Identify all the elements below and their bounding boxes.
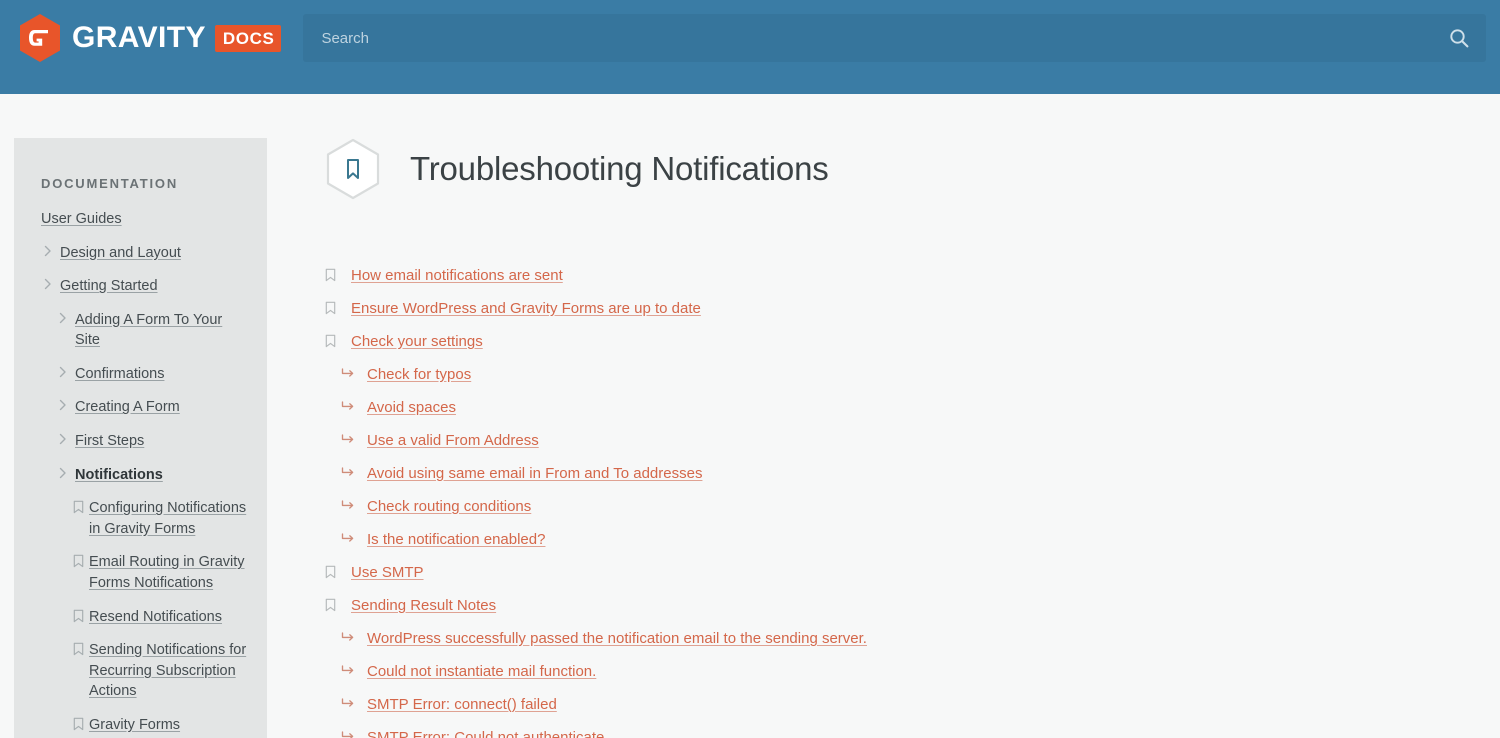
toc-item[interactable]: Could not instantiate mail function. bbox=[325, 662, 1460, 682]
search-input[interactable] bbox=[303, 14, 1486, 62]
toc-item[interactable]: How email notifications are sent bbox=[325, 266, 1460, 286]
page-body: DOCUMENTATION User Guides Design and Layo… bbox=[0, 94, 1500, 738]
bookmark-icon bbox=[73, 715, 89, 731]
site-header: GRAVITY DOCS bbox=[0, 0, 1500, 94]
toc-item[interactable]: Use a valid From Address bbox=[325, 431, 1460, 451]
bookmark-icon bbox=[325, 332, 342, 348]
toc-link[interactable]: Check routing conditions bbox=[367, 497, 531, 517]
main-content: Troubleshooting Notifications How email … bbox=[267, 138, 1500, 738]
arrow-return-icon bbox=[341, 464, 358, 478]
sidebar-item[interactable]: Configuring Notifications in Gravity For… bbox=[41, 498, 251, 539]
toc-link[interactable]: Check your settings bbox=[351, 332, 483, 352]
arrow-return-icon bbox=[341, 728, 358, 738]
search-container bbox=[303, 14, 1486, 62]
chevron-right-icon[interactable] bbox=[44, 276, 60, 290]
brand-name: GRAVITY bbox=[72, 21, 206, 54]
chevron-right-icon[interactable] bbox=[59, 310, 75, 324]
bookmark-icon bbox=[73, 640, 89, 656]
sidebar-item-label[interactable]: Gravity Forms bbox=[89, 715, 180, 736]
toc-link[interactable]: SMTP Error: connect() failed bbox=[367, 695, 557, 715]
chevron-right-icon[interactable] bbox=[59, 465, 75, 479]
toc-item[interactable]: Avoid using same email in From and To ad… bbox=[325, 464, 1460, 484]
bookmark-icon bbox=[325, 299, 342, 315]
sidebar-item-label[interactable]: Configuring Notifications in Gravity For… bbox=[89, 498, 251, 539]
sidebar-item[interactable]: Notifications bbox=[41, 465, 251, 486]
bookmark-icon bbox=[73, 552, 89, 568]
toc-link[interactable]: WordPress successfully passed the notifi… bbox=[367, 629, 867, 649]
chevron-right-icon[interactable] bbox=[44, 243, 60, 257]
sidebar-item-label[interactable]: Creating A Form bbox=[75, 397, 180, 418]
sidebar-item[interactable]: Gravity Forms bbox=[41, 715, 251, 736]
brand-docs-badge: DOCS bbox=[214, 24, 282, 52]
sidebar-item[interactable]: Getting Started bbox=[41, 276, 251, 297]
arrow-return-icon bbox=[341, 398, 358, 412]
sidebar-item[interactable]: Sending Notifications for Recurring Subs… bbox=[41, 640, 251, 702]
toc-link[interactable]: Use SMTP bbox=[351, 563, 424, 583]
arrow-return-icon bbox=[341, 695, 358, 709]
toc-item[interactable]: Ensure WordPress and Gravity Forms are u… bbox=[325, 299, 1460, 319]
toc-link[interactable]: Check for typos bbox=[367, 365, 471, 385]
toc-item[interactable]: Check for typos bbox=[325, 365, 1460, 385]
bookmark-icon bbox=[325, 266, 342, 282]
sidebar-item-label[interactable]: Getting Started bbox=[60, 276, 158, 297]
bookmark-icon bbox=[73, 498, 89, 514]
toc-item[interactable]: Use SMTP bbox=[325, 563, 1460, 583]
sidebar-item-label[interactable]: Resend Notifications bbox=[89, 607, 222, 628]
arrow-return-icon bbox=[341, 497, 358, 511]
sidebar-item[interactable]: Creating A Form bbox=[41, 397, 251, 418]
bookmark-icon bbox=[325, 596, 342, 612]
arrow-return-icon bbox=[341, 662, 358, 676]
toc-link[interactable]: Use a valid From Address bbox=[367, 431, 539, 451]
gravity-hexagon-logo-icon bbox=[18, 13, 62, 63]
toc-item[interactable]: SMTP Error: connect() failed bbox=[325, 695, 1460, 715]
toc-link[interactable]: How email notifications are sent bbox=[351, 266, 563, 286]
bookmark-icon bbox=[73, 607, 89, 623]
sidebar-item-label[interactable]: Email Routing in Gravity Forms Notificat… bbox=[89, 552, 251, 593]
sidebar-item[interactable]: First Steps bbox=[41, 431, 251, 452]
table-of-contents: How email notifications are sent Ensure W… bbox=[325, 266, 1460, 738]
toc-item[interactable]: Avoid spaces bbox=[325, 398, 1460, 418]
sidebar-item-label[interactable]: Sending Notifications for Recurring Subs… bbox=[89, 640, 251, 702]
toc-link[interactable]: SMTP Error: Could not authenticate bbox=[367, 728, 604, 738]
toc-item[interactable]: SMTP Error: Could not authenticate bbox=[325, 728, 1460, 738]
sidebar: DOCUMENTATION User Guides Design and Layo… bbox=[14, 138, 267, 738]
bookmark-icon bbox=[325, 563, 342, 579]
sidebar-item-label[interactable]: Confirmations bbox=[75, 364, 164, 385]
arrow-return-icon bbox=[341, 629, 358, 643]
arrow-return-icon bbox=[341, 530, 358, 544]
arrow-return-icon bbox=[341, 431, 358, 445]
toc-link[interactable]: Avoid using same email in From and To ad… bbox=[367, 464, 702, 484]
page-title: Troubleshooting Notifications bbox=[410, 149, 829, 187]
chevron-right-icon[interactable] bbox=[59, 431, 75, 445]
sidebar-item-label[interactable]: Notifications bbox=[75, 465, 163, 486]
sidebar-item[interactable]: Design and Layout bbox=[41, 243, 251, 264]
sidebar-item[interactable]: Email Routing in Gravity Forms Notificat… bbox=[41, 552, 251, 593]
toc-item[interactable]: Sending Result Notes bbox=[325, 596, 1460, 616]
sidebar-item[interactable]: Confirmations bbox=[41, 364, 251, 385]
arrow-return-icon bbox=[341, 365, 358, 379]
page-header: Troubleshooting Notifications bbox=[325, 138, 1460, 200]
sidebar-heading: DOCUMENTATION bbox=[41, 176, 179, 191]
site-logo[interactable]: GRAVITY DOCS bbox=[14, 13, 282, 63]
chevron-right-icon[interactable] bbox=[59, 397, 75, 411]
sidebar-item[interactable]: Resend Notifications bbox=[41, 607, 251, 628]
toc-item[interactable]: Is the notification enabled? bbox=[325, 530, 1460, 550]
sidebar-item[interactable]: Adding A Form To Your Site bbox=[41, 310, 251, 351]
toc-link[interactable]: Ensure WordPress and Gravity Forms are u… bbox=[351, 299, 701, 319]
sidebar-item-label[interactable]: Design and Layout bbox=[60, 243, 181, 264]
toc-item[interactable]: Check routing conditions bbox=[325, 497, 1460, 517]
toc-item[interactable]: WordPress successfully passed the notifi… bbox=[325, 629, 1460, 649]
sidebar-nav: User Guides Design and Layout Getting Star… bbox=[41, 209, 251, 735]
toc-item[interactable]: Check your settings bbox=[325, 332, 1460, 352]
sidebar-item-label[interactable]: First Steps bbox=[75, 431, 144, 452]
toc-link[interactable]: Could not instantiate mail function. bbox=[367, 662, 596, 682]
page-title-bookmark-icon bbox=[325, 138, 381, 200]
sidebar-item-label[interactable]: Adding A Form To Your Site bbox=[75, 310, 251, 351]
toc-link[interactable]: Avoid spaces bbox=[367, 398, 456, 418]
sidebar-item[interactable]: User Guides bbox=[41, 209, 251, 230]
sidebar-item-label[interactable]: User Guides bbox=[41, 209, 122, 230]
toc-link[interactable]: Is the notification enabled? bbox=[367, 530, 545, 550]
chevron-right-icon[interactable] bbox=[59, 364, 75, 378]
toc-link[interactable]: Sending Result Notes bbox=[351, 596, 496, 616]
